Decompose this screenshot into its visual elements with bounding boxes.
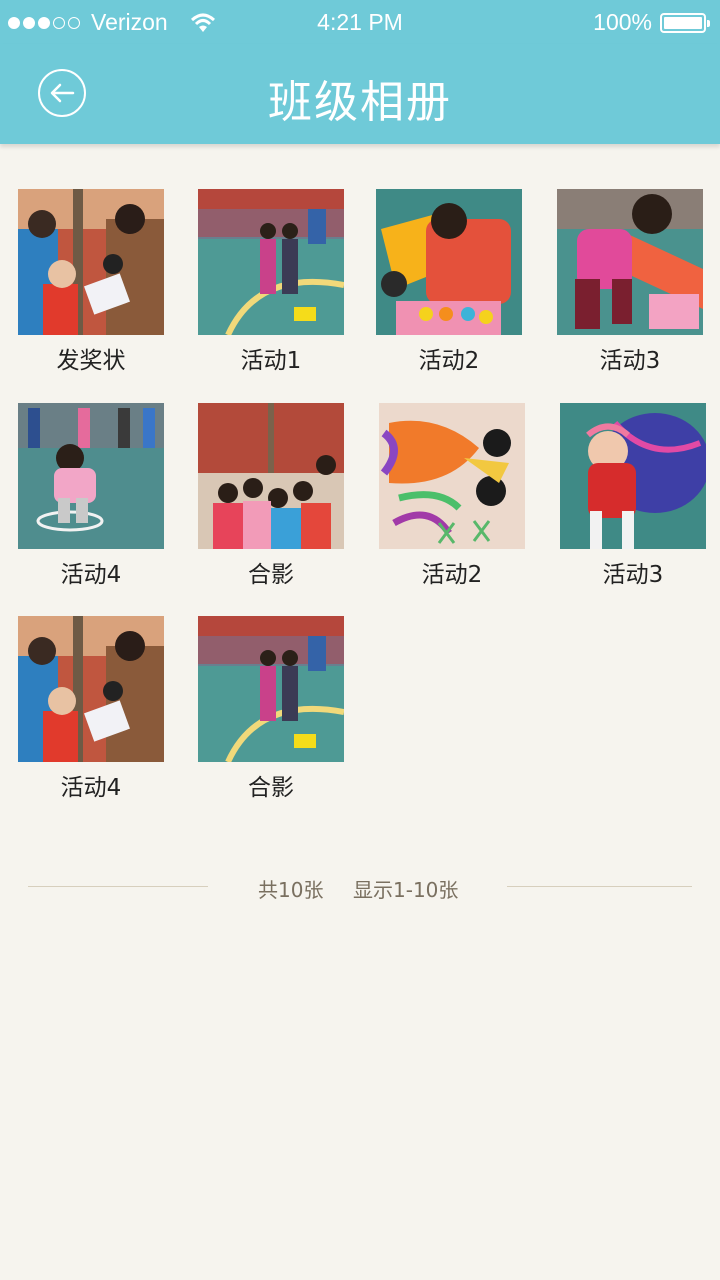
photo-caption: 活动4 <box>60 775 122 801</box>
album-item[interactable]: 活动1 <box>198 189 358 374</box>
battery-icon <box>660 12 710 33</box>
photo-caption: 活动1 <box>240 348 302 374</box>
battery-percent: 100% <box>593 9 652 35</box>
divider-right <box>507 886 692 887</box>
display-range: 显示1-10张 <box>353 878 459 902</box>
photo-thumbnail[interactable] <box>18 616 164 762</box>
photo-caption: 发奖状 <box>56 348 126 374</box>
album-item[interactable]: 活动4 <box>18 403 178 588</box>
photo-thumbnail[interactable] <box>379 403 525 549</box>
photo-caption: 活动2 <box>421 562 483 588</box>
album-item[interactable]: 活动2 <box>376 189 536 374</box>
photo-caption: 合影 <box>248 775 294 801</box>
photo-thumbnail[interactable] <box>557 189 703 335</box>
status-bar: Verizon 4:21 PM 100% <box>0 0 720 44</box>
photo-caption: 活动2 <box>418 348 480 374</box>
total-count: 共10张 <box>258 878 324 902</box>
photo-thumbnail[interactable] <box>198 189 344 335</box>
album-item[interactable]: 活动3 <box>557 189 717 374</box>
album-item[interactable]: 合影 <box>198 403 358 588</box>
album-item[interactable]: 活动2 <box>379 403 539 588</box>
album-item[interactable]: 合影 <box>198 616 358 801</box>
photo-caption: 活动3 <box>599 348 661 374</box>
nav-bar: 班级相册 <box>0 44 720 144</box>
photo-thumbnail[interactable] <box>560 403 706 549</box>
album-item[interactable]: 活动3 <box>560 403 720 588</box>
photo-thumbnail[interactable] <box>198 403 344 549</box>
photo-caption: 合影 <box>248 562 294 588</box>
photo-thumbnail[interactable] <box>18 403 164 549</box>
album-item[interactable]: 活动4 <box>18 616 178 801</box>
photo-caption: 活动3 <box>602 562 664 588</box>
photo-thumbnail[interactable] <box>18 189 164 335</box>
photo-thumbnail[interactable] <box>376 189 522 335</box>
album-item[interactable]: 发奖状 <box>18 189 178 374</box>
pagination-footer: 共10张 显示1-10张 <box>0 872 720 902</box>
divider-left <box>28 886 208 887</box>
photo-thumbnail[interactable] <box>198 616 344 762</box>
page-title: 班级相册 <box>268 77 452 128</box>
photo-caption: 活动4 <box>60 562 122 588</box>
